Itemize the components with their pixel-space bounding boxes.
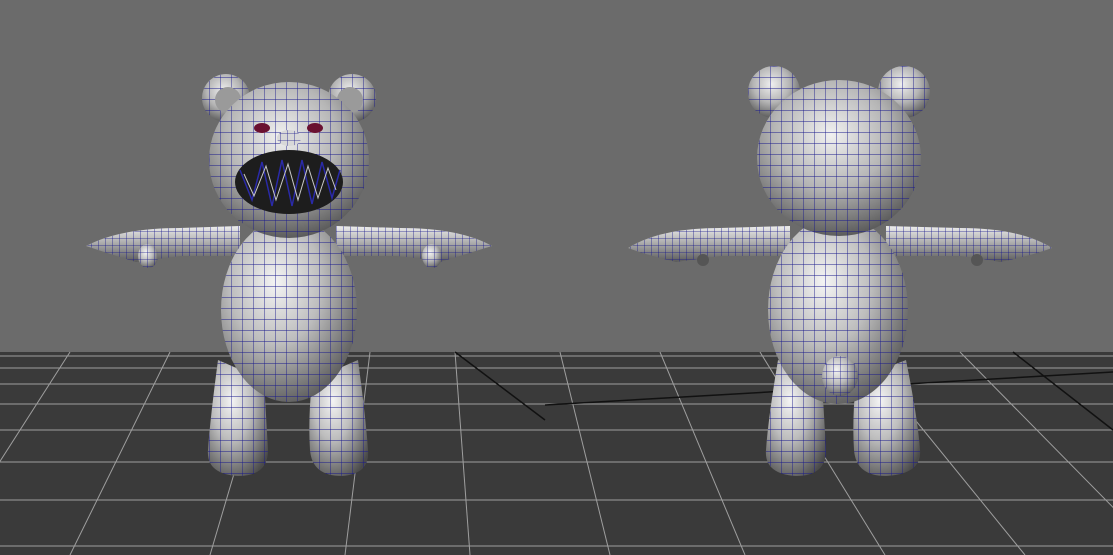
ground-grid <box>0 351 1113 555</box>
3d-viewport[interactable] <box>0 0 1113 555</box>
